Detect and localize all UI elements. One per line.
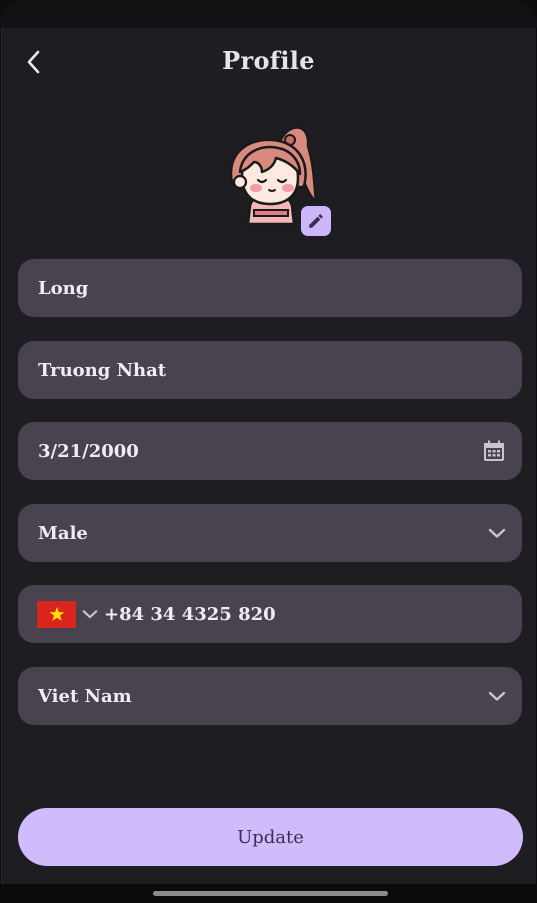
country-code-dropdown[interactable]: [82, 608, 98, 620]
chevron-down-icon: [488, 528, 506, 538]
update-button[interactable]: Update: [18, 808, 523, 866]
page-title: Profile: [222, 46, 315, 75]
first-name-value: Long: [38, 277, 89, 299]
country-dropdown-toggle[interactable]: [488, 690, 506, 702]
edit-avatar-button[interactable]: [301, 206, 331, 236]
country-select[interactable]: Viet Nam: [18, 667, 522, 725]
birthday-value: 3/21/2000: [38, 440, 139, 462]
chevron-down-icon: [82, 610, 98, 619]
phone-number-value: +84 34 4325 820: [104, 603, 276, 625]
gender-dropdown-toggle[interactable]: [488, 527, 506, 539]
calendar-button[interactable]: [482, 439, 506, 463]
app-header: Profile: [0, 28, 537, 96]
status-bar: [0, 0, 537, 28]
chevron-down-icon: [488, 691, 506, 701]
device-frame: Profile Long Truong Nhat 3/21/2000 Male …: [0, 0, 537, 903]
home-indicator[interactable]: [153, 891, 388, 896]
pencil-icon: [309, 214, 323, 228]
phone-field[interactable]: +84 34 4325 820: [18, 585, 522, 643]
calendar-icon: [484, 440, 504, 461]
birthday-field[interactable]: 3/21/2000: [18, 422, 522, 480]
last-name-value: Truong Nhat: [38, 359, 167, 381]
last-name-field[interactable]: Truong Nhat: [18, 341, 522, 399]
first-name-field[interactable]: Long: [18, 259, 522, 317]
gender-value: Male: [38, 522, 88, 544]
gender-select[interactable]: Male: [18, 504, 522, 562]
vietnam-flag-icon[interactable]: [37, 600, 76, 628]
country-value: Viet Nam: [38, 685, 132, 707]
